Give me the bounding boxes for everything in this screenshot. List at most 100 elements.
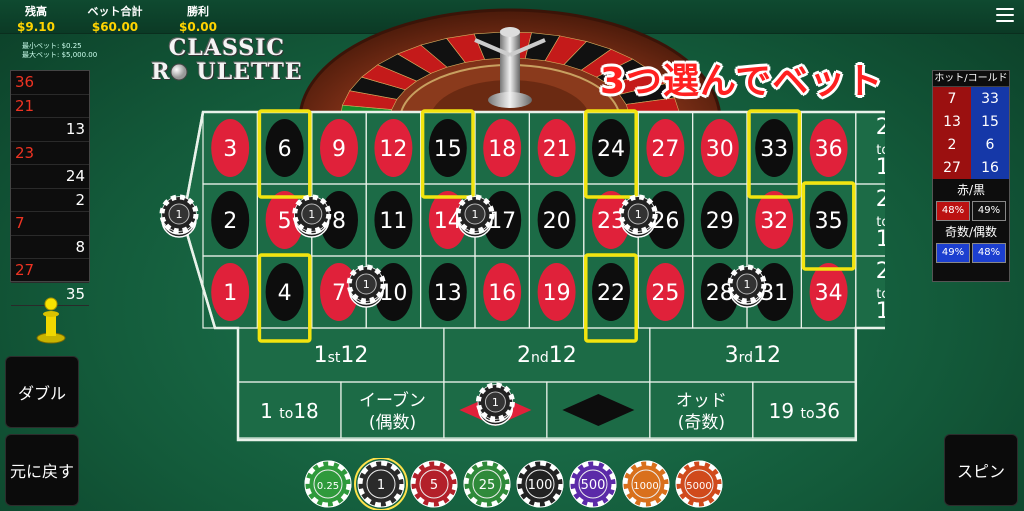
cold-number: 6: [985, 136, 995, 153]
chip-label: 5000: [686, 481, 711, 492]
number-label: 24: [597, 137, 625, 162]
chip-label: 100: [528, 478, 553, 493]
balance-label: 残高: [25, 5, 47, 18]
chip-500[interactable]: 500: [569, 460, 617, 508]
board-chip-17-20[interactable]: 1: [455, 194, 495, 238]
odd-even-label: 奇数/偶数: [944, 225, 998, 239]
balance: 残高 $9.10: [14, 3, 58, 34]
chip-100[interactable]: 100: [516, 460, 564, 508]
bet-total: ベット合計 $60.00: [80, 3, 150, 34]
number-label: 33: [760, 137, 788, 162]
even-bet-label: イーブン: [359, 390, 426, 411]
hot-number: 2: [947, 136, 957, 153]
cold-number: 33: [981, 90, 999, 107]
spin-button[interactable]: スピン: [944, 434, 1018, 506]
history-number: 7: [11, 212, 89, 236]
number-label: 6: [278, 137, 292, 162]
number-label: 36: [815, 137, 843, 162]
chip-1000[interactable]: 1000: [622, 460, 670, 508]
hot-number: 13: [943, 113, 961, 130]
hot-number: 27: [943, 159, 961, 176]
chip-5000[interactable]: 5000: [675, 460, 723, 508]
pawn-marker-icon[interactable]: [34, 292, 68, 344]
odd-percent: 49%: [936, 243, 970, 263]
number-label: 19: [543, 281, 571, 306]
even-bet-sub: (偶数): [369, 413, 416, 433]
board-chip-26-29[interactable]: 1: [618, 194, 658, 238]
stats-panel: ホット/コールド 7 13 2 27 33 15 6 16 赤/黒 48% 49% 奇数/偶…: [932, 70, 1010, 282]
hot-cold-label: ホット/コールド: [933, 71, 1009, 87]
number-label: 9: [332, 137, 346, 162]
number-label: 30: [706, 137, 734, 162]
betting-board: 3 6 9 12 15 18 21 24 27 30 33 362 5 8 11 14 17 20 23 26 29 32…: [159, 109, 885, 442]
dozen-label: 3rd12: [725, 343, 781, 368]
double-button[interactable]: ダブル: [5, 356, 79, 428]
hamburger-menu-icon[interactable]: [996, 8, 1014, 24]
chip-25[interactable]: 25: [463, 460, 511, 508]
number-label: 18: [488, 137, 516, 162]
number-label: 5: [278, 209, 292, 234]
column-bet-label: 1: [876, 299, 885, 324]
chip-tray: 0.25 1 5 25 100 500 1000 5000: [304, 458, 723, 510]
chip-0.25[interactable]: 0.25: [304, 460, 352, 508]
chip-value: 1: [176, 208, 183, 221]
cold-numbers: 33 15 6 16: [971, 87, 1009, 179]
red-black-label: 赤/黒: [956, 183, 986, 197]
chip-1[interactable]: 1: [354, 458, 408, 510]
win: 勝利 $0.00: [176, 3, 220, 34]
number-label: 16: [488, 281, 516, 306]
column-bet-label: 1: [876, 227, 885, 252]
number-label: 21: [543, 137, 571, 162]
number-history: 36 21 13 23 24 2 7 8 27 35: [10, 70, 90, 306]
chip-label: 5: [430, 478, 438, 493]
history-number: 36: [11, 71, 89, 95]
history-number: 21: [11, 95, 89, 118]
number-label: 27: [651, 137, 679, 162]
black-percent: 49%: [972, 201, 1006, 221]
chip-label: 25: [479, 478, 496, 493]
win-value: $0.00: [179, 20, 217, 34]
number-label: 12: [379, 137, 407, 162]
history-number: 23: [11, 142, 89, 165]
column-bet-label: 1: [876, 155, 885, 180]
logo-line2: R ULETTE: [142, 60, 312, 84]
board-chip-8-11[interactable]: 1: [292, 194, 332, 238]
history-number: 27: [11, 259, 89, 283]
board-chip-10-13[interactable]: 1: [346, 264, 386, 308]
chip-value: 1: [308, 208, 315, 221]
balance-value: $9.10: [17, 20, 55, 34]
hot-number: 7: [947, 90, 957, 107]
number-label: 7: [332, 281, 346, 306]
number-label: 11: [379, 209, 407, 234]
board-chip-zero-2[interactable]: 1: [159, 194, 199, 238]
bet-total-value: $60.00: [91, 20, 139, 34]
chip-5[interactable]: 5: [410, 460, 458, 508]
history-number: 24: [11, 165, 89, 189]
hot-cold-numbers: 7 13 2 27 33 15 6 16: [933, 87, 1009, 179]
bet-limits: 最小ベット: $0.25 最大ベット: $5,000.00: [22, 42, 97, 60]
column-bet-label: 2: [876, 259, 885, 284]
number-label: 1: [223, 281, 237, 306]
number-label: 8: [332, 209, 346, 234]
number-label: 22: [597, 281, 625, 306]
number-label: 35: [815, 209, 843, 234]
board-chip-28-31[interactable]: 1: [727, 264, 767, 308]
column-bet-label: 2: [876, 115, 885, 140]
bet-total-label: ベット合計: [87, 5, 143, 18]
board-chip-red[interactable]: 1: [475, 382, 515, 426]
undo-button[interactable]: 元に戻す: [5, 434, 79, 506]
cold-number: 16: [981, 159, 999, 176]
even-percent: 48%: [972, 243, 1006, 263]
max-bet: 最大ベット: $5,000.00: [22, 51, 98, 59]
chip-value: 1: [363, 278, 370, 291]
dozen-label: 1st12: [314, 343, 369, 368]
logo-line1: CLASSIC: [168, 35, 286, 61]
number-label: 34: [815, 281, 843, 306]
chip-label: 1: [377, 478, 385, 493]
number-label: 4: [278, 281, 292, 306]
number-label: 3: [223, 137, 237, 162]
history-number: 2: [11, 189, 89, 212]
ball-icon: [170, 63, 188, 81]
history-number: 13: [11, 118, 89, 142]
chip-label: 1000: [633, 481, 658, 492]
